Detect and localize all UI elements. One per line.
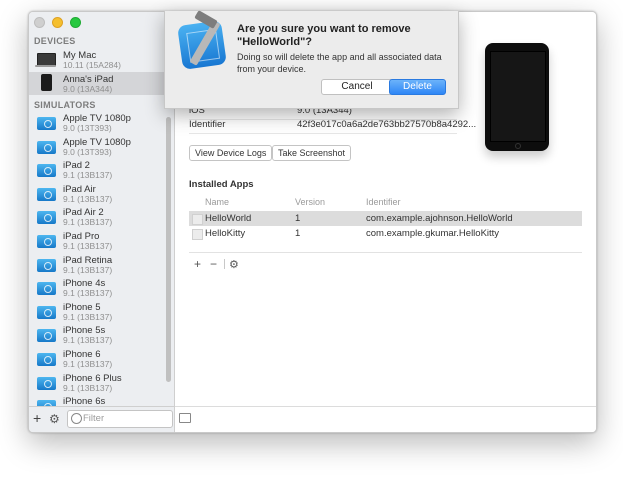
simulator-icon xyxy=(37,329,56,343)
app-identifier: com.example.gkumar.HelloKitty xyxy=(366,228,500,239)
view-device-logs-button[interactable]: View Device Logs xyxy=(189,145,273,161)
simulator-version: 9.0 (13T393) xyxy=(63,146,112,157)
remove-app-dialog: Are you sure you want to remove "HelloWo… xyxy=(164,10,459,109)
column-header-name[interactable]: Name xyxy=(205,197,229,207)
simulators-header: SIMULATORS xyxy=(34,100,96,110)
simulators-list: Apple TV 1080p 9.0 (13T393) Apple TV 1080p… xyxy=(29,111,174,406)
simulator-version: 9.1 (13B137) xyxy=(63,193,113,204)
device-version: 9.0 (13A344) xyxy=(63,83,113,94)
simulator-icon xyxy=(37,117,56,130)
device-version: 10.11 (15A284) xyxy=(63,60,121,70)
simulator-item[interactable]: iPad Pro 9.1 (13B137) xyxy=(29,229,174,253)
simulator-icon xyxy=(37,164,56,178)
add-device-button[interactable]: + xyxy=(33,410,41,426)
app-icon-placeholder xyxy=(192,214,203,225)
devices-header: DEVICES xyxy=(34,36,76,46)
simulator-icon xyxy=(37,211,56,225)
simulator-item[interactable]: iPhone 5 9.1 (13B137) xyxy=(29,300,174,324)
table-row[interactable]: HelloKitty 1 com.example.gkumar.HelloKit… xyxy=(189,226,582,241)
app-name: HelloWorld xyxy=(205,213,252,224)
remove-app-button[interactable]: − xyxy=(210,257,217,271)
column-header-identifier[interactable]: Identifier xyxy=(366,197,401,207)
simulator-version: 9.1 (13B137) xyxy=(63,382,113,393)
simulator-icon xyxy=(37,234,56,248)
simulator-icon xyxy=(37,305,56,319)
gear-icon[interactable]: ⚙ xyxy=(49,412,60,426)
sidebar-scrollbar[interactable] xyxy=(166,117,171,382)
simulator-icon xyxy=(37,282,56,296)
simulator-version: 9.1 (13B137) xyxy=(63,240,113,251)
simulator-version: 9.1 (13B137) xyxy=(63,217,113,228)
detail-key: Identifier xyxy=(189,119,226,130)
detail-value: 42f3e017c0a6a2de763bb27570b8a4292... xyxy=(297,119,477,130)
mac-icon xyxy=(35,53,56,67)
simulator-icon xyxy=(37,352,56,366)
device-image xyxy=(485,43,549,151)
filter-input[interactable]: Filter xyxy=(67,410,173,428)
simulator-icon xyxy=(37,258,56,272)
simulator-item[interactable]: iPad 2 9.1 (13B137) xyxy=(29,158,174,182)
simulator-item[interactable]: iPhone 6 Plus 9.1 (13B137) xyxy=(29,371,174,395)
simulator-version: 9.0 (13T393) xyxy=(63,123,112,133)
app-version: 1 xyxy=(295,213,301,224)
simulator-version: 9.1 (13B137) xyxy=(63,335,113,346)
ipad-icon xyxy=(41,73,52,91)
simulator-icon xyxy=(37,140,56,154)
simulator-item[interactable]: iPad Retina 9.1 (13B137) xyxy=(29,253,174,277)
sidebar: DEVICES My Mac 10.11 (15A284) Anna's iPa… xyxy=(29,12,175,432)
apps-toolbar: + − ⚙ xyxy=(189,252,582,273)
sidebar-bottom-bar: + ⚙ Filter xyxy=(29,406,174,432)
gear-icon[interactable]: ⚙ xyxy=(229,258,239,271)
minimize-window-button[interactable] xyxy=(52,17,63,28)
dialog-title: Are you sure you want to remove "HelloWo… xyxy=(237,23,411,48)
close-window-button[interactable] xyxy=(34,17,45,28)
main-bottom-bar xyxy=(175,406,596,432)
simulator-item[interactable]: iPhone 6 9.1 (13B137) xyxy=(29,347,174,371)
zoom-window-button[interactable] xyxy=(70,17,81,28)
simulator-item[interactable]: Apple TV 1080p 9.0 (13T393) xyxy=(29,135,174,159)
simulator-icon xyxy=(37,376,56,390)
simulator-item[interactable]: iPhone 4s 9.1 (13B137) xyxy=(29,276,174,300)
simulator-icon xyxy=(37,187,56,201)
device-screen xyxy=(490,51,546,142)
home-button-image xyxy=(515,143,521,149)
devices-list: My Mac 10.11 (15A284) Anna's iPad 9.0 (1… xyxy=(29,48,174,96)
window-controls xyxy=(34,17,81,28)
filter-icon xyxy=(71,413,82,424)
take-screenshot-button[interactable]: Take Screenshot xyxy=(272,145,352,161)
simulator-version: 9.1 (13B137) xyxy=(63,170,113,181)
app-name: HelloKitty xyxy=(205,228,246,239)
simulator-version: 9.1 (13B137) xyxy=(63,288,113,299)
simulator-version: 9.1 (13B137) xyxy=(63,358,113,369)
add-app-button[interactable]: + xyxy=(194,257,201,271)
filter-placeholder: Filter xyxy=(83,413,105,424)
installed-apps-header: Installed Apps xyxy=(189,179,254,190)
device-item-annas-ipad[interactable]: Anna's iPad 9.0 (13A344) xyxy=(29,71,174,96)
simulator-item[interactable]: iPad Air 2 9.1 (13B137) xyxy=(29,205,174,229)
simulator-item[interactable]: iPad Air 9.1 (13B137) xyxy=(29,182,174,206)
app-icon-placeholder xyxy=(192,229,203,240)
table-row[interactable]: HelloWorld 1 com.example.ajohnson.HelloW… xyxy=(189,211,582,226)
simulator-item[interactable]: iPhone 5s 9.1 (13B137) xyxy=(29,323,174,347)
detail-row-identifier: Identifier 42f3e017c0a6a2de763bb27570b8a… xyxy=(189,116,476,134)
toggle-console-icon[interactable] xyxy=(179,413,191,423)
simulator-version: 9.1 (13B137) xyxy=(63,264,113,275)
cancel-button[interactable]: Cancel xyxy=(321,79,393,95)
simulator-item[interactable]: Apple TV 1080p 9.0 (13T393) xyxy=(29,111,174,135)
simulator-item[interactable]: iPhone 6s9.1 (13B137) xyxy=(29,394,174,406)
delete-button[interactable]: Delete xyxy=(389,79,446,95)
app-version: 1 xyxy=(295,228,301,239)
toolbar-divider xyxy=(224,259,225,269)
simulator-version: 9.1 (13B137) xyxy=(63,311,113,322)
simulator-name: iPhone 6s xyxy=(63,396,106,406)
device-item-my-mac[interactable]: My Mac 10.11 (15A284) xyxy=(29,48,174,72)
dialog-message: Doing so will delete the app and all ass… xyxy=(237,52,442,74)
column-header-version[interactable]: Version xyxy=(295,197,325,207)
app-identifier: com.example.ajohnson.HelloWorld xyxy=(366,213,513,224)
